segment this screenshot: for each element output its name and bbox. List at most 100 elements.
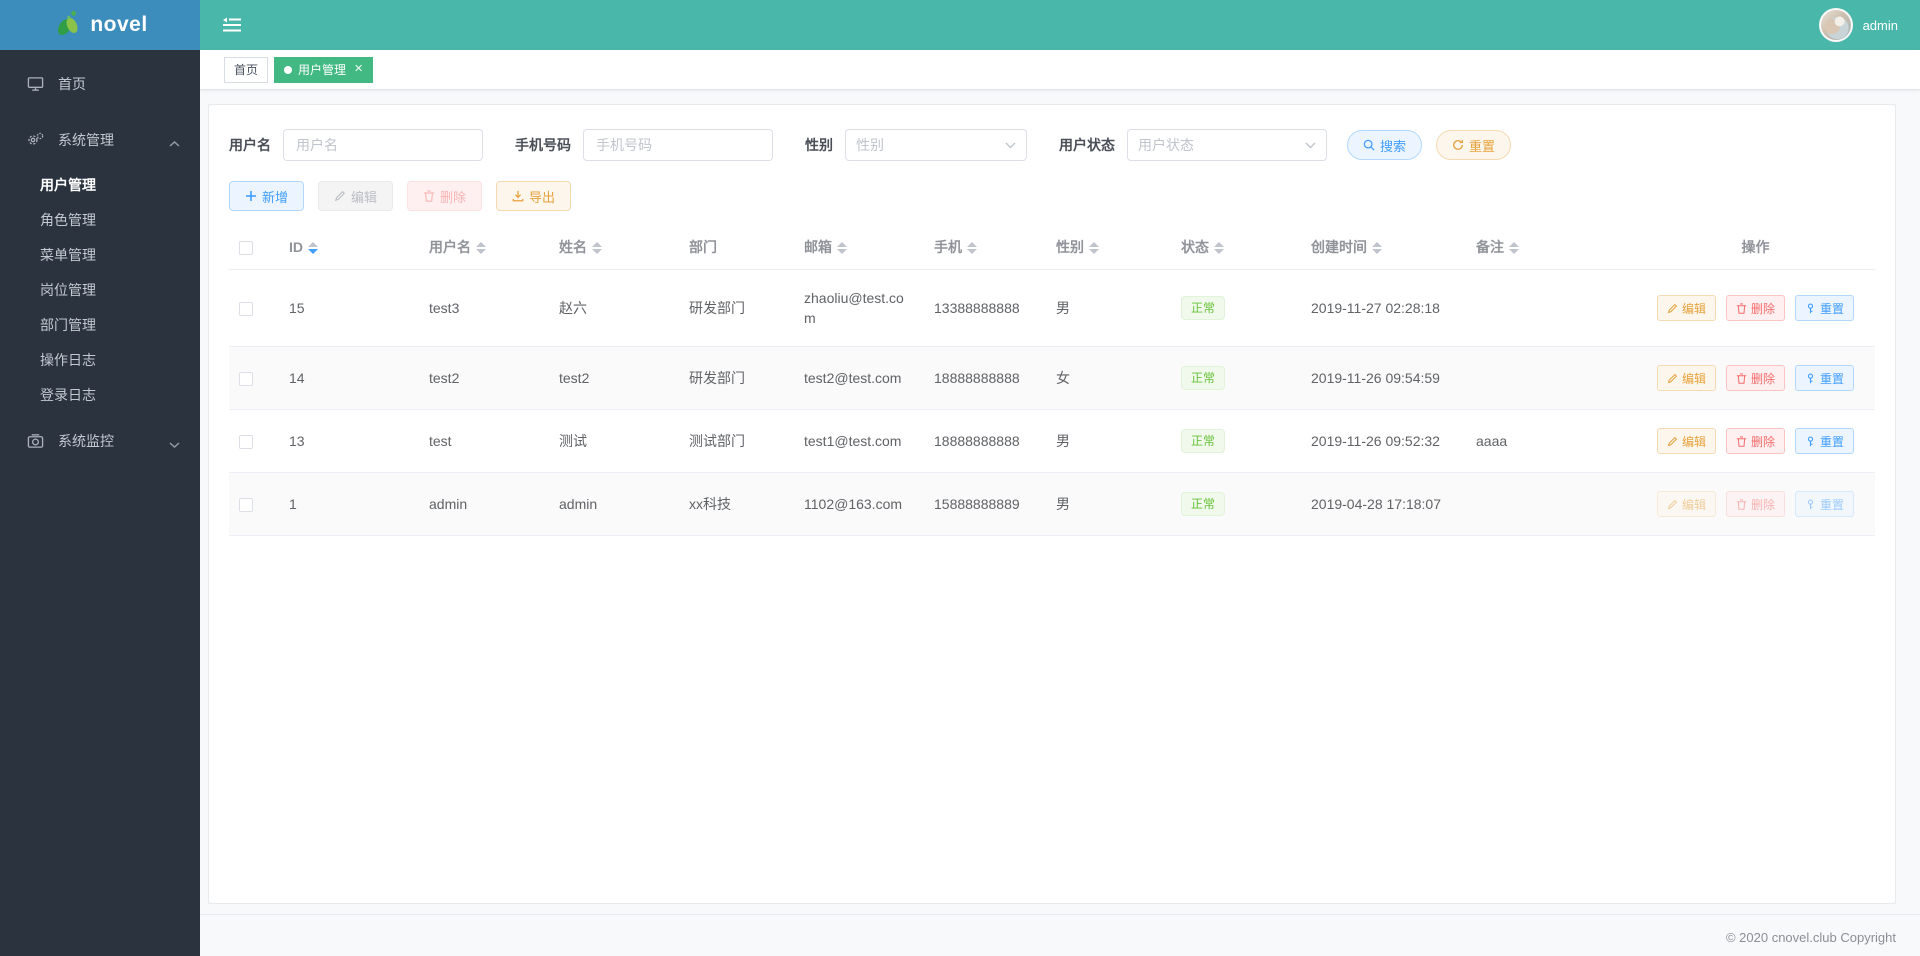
cell-gender: 男 xyxy=(1046,472,1171,536)
col-status: 状态 xyxy=(1171,225,1301,270)
row-edit-button: 编辑 xyxy=(1656,491,1716,517)
row-edit-button[interactable]: 编辑 xyxy=(1656,365,1716,391)
table-row[interactable]: 15 test3 赵六 研发部门 zhaoliu@test.com 133888… xyxy=(229,269,1875,347)
cell-dept: 研发部门 xyxy=(679,269,794,347)
reset-button[interactable]: 重置 xyxy=(1436,130,1512,160)
cell-phone: 13388888888 xyxy=(924,269,1046,347)
username-input[interactable] xyxy=(283,129,483,161)
table-row[interactable]: 1 admin admin xx科技 1102@163.com 15888888… xyxy=(229,472,1875,536)
cell-id: 1 xyxy=(279,472,419,536)
row-delete-button[interactable]: 删除 xyxy=(1725,428,1785,454)
sidebar-item-home[interactable]: 首页 xyxy=(0,56,200,112)
cell-gender: 男 xyxy=(1046,269,1171,347)
table-header-row: ID 用户名 姓名 部门 邮箱 手机 性别 状态 创建时间 备注 操作 xyxy=(229,225,1875,270)
row-reset-password-button[interactable]: 重置 xyxy=(1795,365,1855,391)
sort-caret[interactable] xyxy=(1089,242,1099,255)
sidebar-item-system-management[interactable]: 系统管理 xyxy=(0,112,200,168)
sort-caret[interactable] xyxy=(967,242,977,255)
table-row[interactable]: 13 test 测试 测试部门 test1@test.com 188888888… xyxy=(229,409,1875,473)
col-created: 创建时间 xyxy=(1301,225,1466,270)
sort-caret[interactable] xyxy=(1509,242,1519,255)
sidebar-collapse-icon[interactable] xyxy=(222,17,242,33)
cell-id: 13 xyxy=(279,409,419,473)
sidebar-item-operation-log[interactable]: 操作日志 xyxy=(0,343,200,378)
row-delete-label: 删除 xyxy=(1750,371,1775,386)
gender-select[interactable]: 性别 xyxy=(845,129,1027,161)
sidebar-item-post-management[interactable]: 岗位管理 xyxy=(0,273,200,308)
user-table-card: 用户名 手机号码 性别 性别 用户状态 用户状态 xyxy=(208,104,1896,904)
row-checkbox[interactable] xyxy=(239,435,253,450)
cell-name: test2 xyxy=(549,346,679,410)
cell-created: 2019-04-28 17:18:07 xyxy=(1301,472,1466,536)
close-icon[interactable]: ✕ xyxy=(354,64,363,75)
row-edit-button[interactable]: 编辑 xyxy=(1656,428,1716,454)
sort-caret[interactable] xyxy=(1214,242,1224,255)
sidebar-item-role-management[interactable]: 角色管理 xyxy=(0,203,200,238)
row-checkbox[interactable] xyxy=(239,372,253,387)
row-edit-label: 编辑 xyxy=(1681,301,1706,316)
export-button[interactable]: 导出 xyxy=(496,181,572,211)
trash-icon xyxy=(423,190,435,202)
sort-caret[interactable] xyxy=(592,242,602,255)
col-label: 手机 xyxy=(934,239,962,255)
phone-filter-group: 手机号码 xyxy=(515,129,773,161)
sidebar-item-label: 系统管理 xyxy=(58,132,114,148)
cell-remark xyxy=(1466,346,1636,410)
copyright-text: © 2020 cnovel.club Copyright xyxy=(1725,930,1896,945)
tab-user-management[interactable]: 用户管理 ✕ xyxy=(274,56,374,83)
row-reset-password-button[interactable]: 重置 xyxy=(1795,428,1855,454)
row-delete-button[interactable]: 删除 xyxy=(1725,295,1785,321)
phone-input[interactable] xyxy=(583,129,773,161)
row-edit-button[interactable]: 编辑 xyxy=(1656,295,1716,321)
tab-home[interactable]: 首页 xyxy=(224,56,269,83)
table-row[interactable]: 14 test2 test2 研发部门 test2@test.com 18888… xyxy=(229,346,1875,410)
active-dot-icon xyxy=(284,65,293,74)
sidebar-item-label: 首页 xyxy=(58,76,86,92)
select-all-checkbox[interactable] xyxy=(239,241,253,256)
filter-form: 用户名 手机号码 性别 性别 用户状态 用户状态 xyxy=(229,129,1875,161)
status-select[interactable]: 用户状态 xyxy=(1127,129,1327,161)
row-edit-label: 编辑 xyxy=(1681,497,1706,512)
sidebar-item-menu-management[interactable]: 菜单管理 xyxy=(0,238,200,273)
search-icon xyxy=(1363,139,1375,151)
row-checkbox[interactable] xyxy=(239,498,253,513)
sort-caret[interactable] xyxy=(1372,242,1382,255)
col-label: 备注 xyxy=(1476,239,1504,255)
row-reset-password-button[interactable]: 重置 xyxy=(1795,295,1855,321)
search-button[interactable]: 搜索 xyxy=(1347,130,1423,160)
cell-id: 15 xyxy=(279,269,419,347)
col-username: 用户名 xyxy=(419,225,549,270)
delete-button: 删除 xyxy=(407,181,483,211)
sort-caret[interactable] xyxy=(308,242,318,255)
cell-created: 2019-11-27 02:28:18 xyxy=(1301,269,1466,347)
sidebar-item-system-monitor[interactable]: 系统监控 xyxy=(0,413,200,469)
add-button[interactable]: 新增 xyxy=(229,181,305,211)
user-menu[interactable]: admin xyxy=(1818,8,1898,42)
trash-icon xyxy=(1736,302,1747,314)
row-reset-label: 重置 xyxy=(1820,497,1845,512)
camera-icon xyxy=(26,432,44,450)
sidebar-item-user-management[interactable]: 用户管理 xyxy=(0,168,200,203)
cell-gender: 女 xyxy=(1046,346,1171,410)
sidebar-item-dept-management[interactable]: 部门管理 xyxy=(0,308,200,343)
cell-remark xyxy=(1466,472,1636,536)
sidebar-item-login-log[interactable]: 登录日志 xyxy=(0,378,200,413)
cell-dept: 研发部门 xyxy=(679,346,794,410)
sidebar-item-label: 系统监控 xyxy=(58,433,114,449)
sort-caret[interactable] xyxy=(476,242,486,255)
trash-icon xyxy=(1736,498,1747,510)
sort-caret[interactable] xyxy=(837,242,847,255)
cell-name: admin xyxy=(549,472,679,536)
cell-phone: 18888888888 xyxy=(924,346,1046,410)
row-delete-button[interactable]: 删除 xyxy=(1725,365,1785,391)
cell-username: test3 xyxy=(419,269,549,347)
row-reset-label: 重置 xyxy=(1820,434,1845,449)
key-icon xyxy=(1807,436,1814,446)
avatar[interactable] xyxy=(1818,8,1853,42)
row-checkbox[interactable] xyxy=(239,302,253,317)
tab-label: 首页 xyxy=(234,63,259,77)
cell-name: 赵六 xyxy=(549,269,679,347)
edit-button: 编辑 xyxy=(318,181,394,211)
pencil-icon xyxy=(334,190,346,202)
cell-name: 测试 xyxy=(549,409,679,473)
